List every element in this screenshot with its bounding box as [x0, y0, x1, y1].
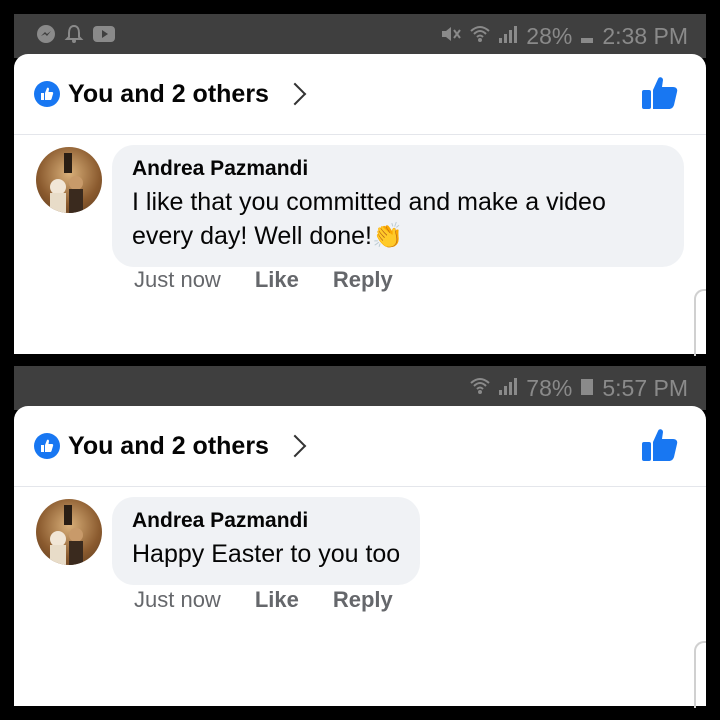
reactions-summary: You and 2 others	[68, 431, 269, 460]
like-reaction-icon	[34, 81, 60, 107]
clapping-emoji: 👏	[371, 222, 404, 250]
reply-button[interactable]: Reply	[333, 587, 393, 613]
reactions-header[interactable]: You and 2 others	[14, 54, 706, 135]
reply-button[interactable]: Reply	[333, 267, 393, 293]
like-reaction-icon	[34, 433, 60, 459]
avatar[interactable]	[36, 147, 102, 213]
avatar[interactable]	[36, 499, 102, 565]
screenshot-panel-2: 78% 5:57 PM You and 2 others Andrea Pazm…	[14, 366, 706, 708]
youtube-icon	[92, 25, 116, 48]
signal-icon	[498, 377, 518, 400]
mute-icon	[440, 24, 462, 49]
chevron-right-icon	[283, 82, 307, 106]
status-time: 2:38 PM	[602, 22, 688, 49]
comment-timestamp: Just now	[134, 587, 221, 612]
battery-icon	[580, 376, 594, 401]
chevron-right-icon	[283, 434, 307, 458]
comment-author[interactable]: Andrea Pazmandi	[132, 509, 400, 533]
bell-icon	[64, 24, 84, 49]
reactions-sheet: You and 2 others Andrea Pazmandi I like …	[14, 54, 706, 356]
comment-author[interactable]: Andrea Pazmandi	[132, 157, 664, 181]
scroll-edge	[694, 641, 706, 708]
status-bar: 28% 2:38 PM	[14, 14, 706, 58]
comment-text: I like that you committed and make a vid…	[132, 185, 664, 253]
comment-actions: Just now Like Reply	[134, 587, 393, 613]
like-button-icon[interactable]	[642, 76, 678, 115]
reactions-sheet: You and 2 others Andrea Pazmandi Happy E…	[14, 406, 706, 708]
battery-percent: 78%	[526, 374, 573, 401]
messenger-icon	[36, 24, 56, 49]
comment-bubble[interactable]: Andrea Pazmandi Happy Easter to you too	[112, 497, 421, 585]
comment-body: I like that you committed and make a vid…	[132, 188, 606, 250]
like-comment-button[interactable]: Like	[255, 267, 299, 293]
battery-icon	[580, 24, 594, 49]
signal-icon	[498, 25, 518, 48]
comment-actions: Just now Like Reply	[134, 267, 393, 293]
comment-bubble[interactable]: Andrea Pazmandi I like that you committe…	[112, 145, 684, 267]
status-bar: 78% 5:57 PM	[14, 366, 706, 410]
wifi-icon	[470, 377, 490, 400]
battery-percent: 28%	[526, 22, 573, 49]
scroll-edge	[694, 289, 706, 356]
comment-timestamp: Just now	[134, 267, 221, 292]
comment-text: Happy Easter to you too	[132, 540, 401, 568]
screenshot-panel-1: 28% 2:38 PM You and 2 others Andrea Pazm…	[14, 14, 706, 356]
status-time: 5:57 PM	[602, 374, 688, 401]
wifi-icon	[470, 25, 490, 48]
like-comment-button[interactable]: Like	[255, 587, 299, 613]
like-button-icon[interactable]	[642, 428, 678, 467]
reactions-summary: You and 2 others	[68, 79, 269, 108]
reactions-header[interactable]: You and 2 others	[14, 406, 706, 487]
